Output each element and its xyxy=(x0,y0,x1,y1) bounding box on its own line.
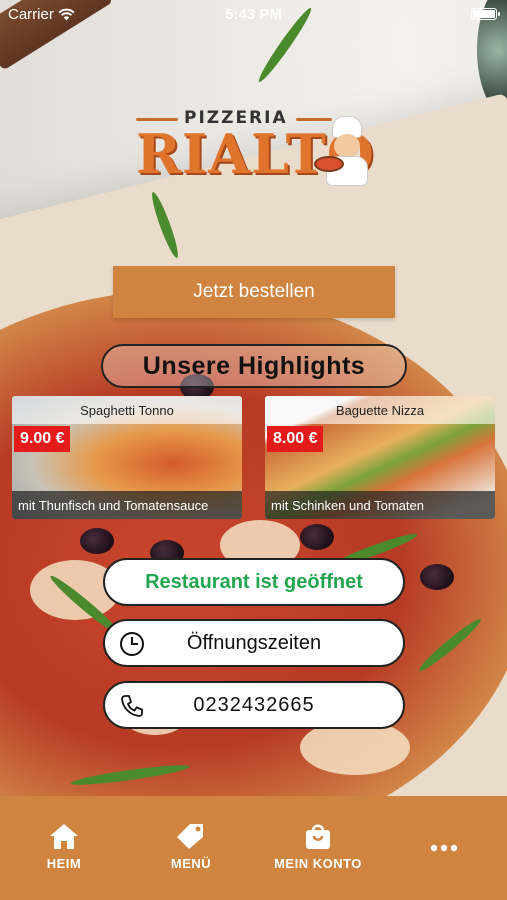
product-name: Spaghetti Tonno xyxy=(12,396,242,424)
status-bar: Carrier 5:43 PM xyxy=(0,0,507,28)
tab-more[interactable] xyxy=(394,840,494,855)
tab-menu-label: MENÜ xyxy=(170,856,212,871)
tab-bar: HEIM MENÜ MEIN KONTO xyxy=(0,796,507,900)
phone-button[interactable]: 0232432665 xyxy=(103,681,405,729)
battery-icon xyxy=(471,8,500,20)
tab-account[interactable]: MEIN KONTO xyxy=(266,822,370,871)
phone-icon xyxy=(121,695,143,717)
tab-account-label: MEIN KONTO xyxy=(274,856,362,871)
tab-menu[interactable]: MENÜ xyxy=(141,822,241,871)
olive xyxy=(300,524,334,550)
product-description: mit Thunfisch und Tomatensauce xyxy=(12,491,242,519)
phone-number: 0232432665 xyxy=(193,693,315,716)
highlights-heading: Unsere Highlights xyxy=(101,344,407,388)
opening-hours-button[interactable]: Öffnungszeiten xyxy=(103,619,405,667)
product-card[interactable]: Baguette Nizza 8.00 € mit Schinken und T… xyxy=(265,396,495,519)
tag-icon xyxy=(177,824,203,849)
olive xyxy=(420,564,454,590)
tab-home-label: HEIM xyxy=(46,856,82,871)
chef-icon xyxy=(314,116,376,188)
clock-icon xyxy=(120,632,144,656)
clock: 5:43 PM xyxy=(225,6,282,23)
restaurant-status-label: Restaurant ist geöffnet xyxy=(145,570,363,593)
order-now-button[interactable]: Jetzt bestellen xyxy=(113,266,395,318)
product-description: mit Schinken und Tomaten xyxy=(265,491,495,519)
logo-line xyxy=(136,118,178,121)
price-badge: 9.00 € xyxy=(14,426,71,452)
opening-hours-label: Öffnungszeiten xyxy=(186,631,322,654)
price-badge: 8.00 € xyxy=(267,426,324,452)
more-icon xyxy=(430,844,458,852)
pizzeria-logo: PIZZERIA RIALTO xyxy=(136,108,376,188)
tab-home[interactable]: HEIM xyxy=(14,822,114,871)
product-name: Baguette Nizza xyxy=(265,396,495,424)
product-card[interactable]: Spaghetti Tonno 9.00 € mit Thunfisch und… xyxy=(12,396,242,519)
olive xyxy=(80,528,114,554)
home-icon xyxy=(50,824,78,849)
restaurant-status-button[interactable]: Restaurant ist geöffnet xyxy=(103,558,405,606)
shopping-bag-icon xyxy=(306,824,330,849)
